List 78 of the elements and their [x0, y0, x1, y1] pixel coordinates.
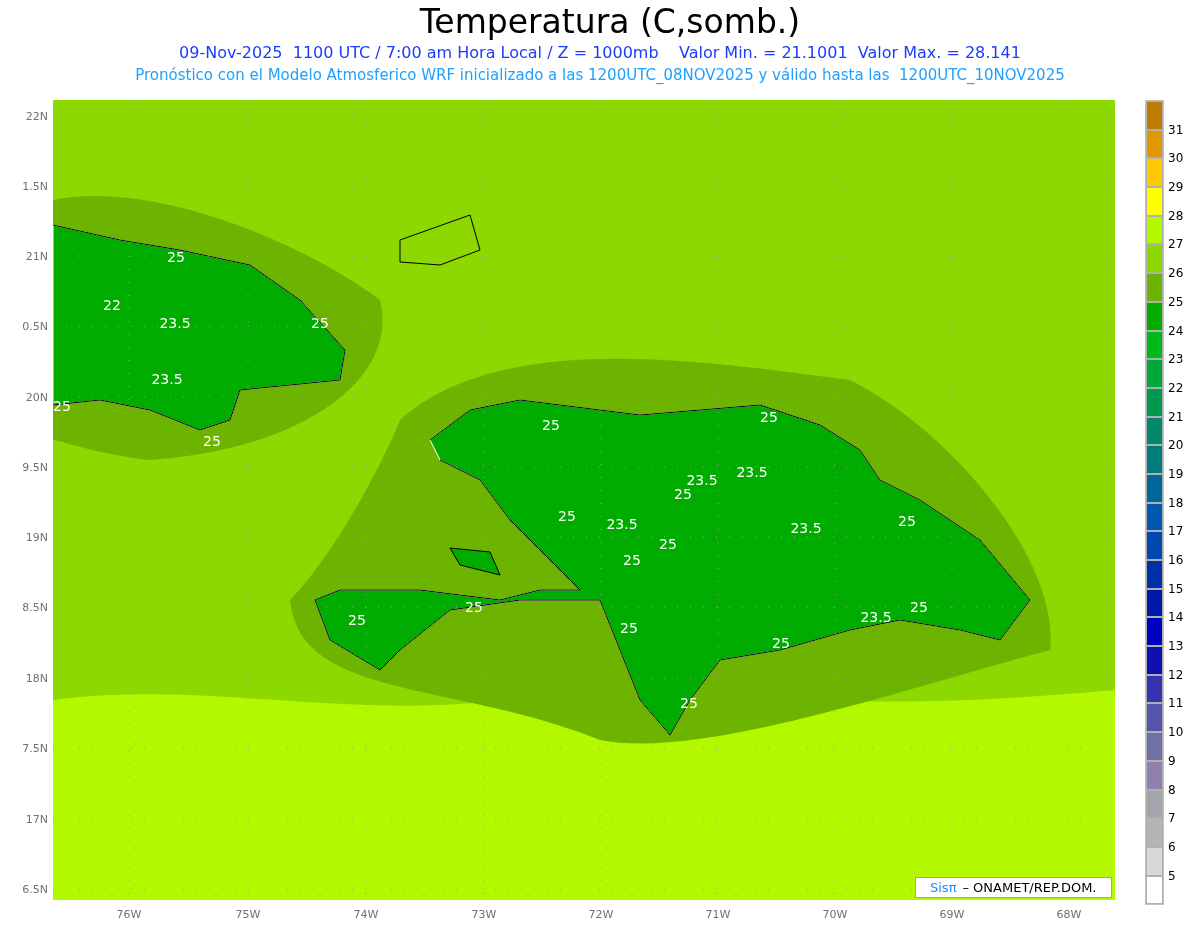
axis-label: 69W	[939, 908, 965, 921]
contour-label: 25	[53, 398, 71, 414]
axis-label: 18N	[25, 672, 48, 685]
contour-label: 23.5	[159, 315, 191, 331]
colorbar-label: 30	[1168, 151, 1184, 166]
brand-logo-text: Sisπ	[930, 878, 957, 897]
axis-label: 21N	[25, 250, 48, 263]
axis-label: 8.5N	[22, 601, 48, 614]
colorbar-label: 11	[1168, 696, 1184, 711]
contour-label: 25	[680, 695, 698, 711]
colorbar-label: 10	[1168, 725, 1184, 740]
contour-label: 25	[623, 552, 641, 568]
colorbar-label: 28	[1168, 208, 1184, 223]
chart-note: Pronóstico con el Modelo Atmosferico WRF inicializado a las 1200UTC_08NOV2025 y válido hasta las 1200UTC_10NOV2025	[135, 65, 1065, 86]
axis-label: 6.5N	[22, 883, 48, 896]
axis-label: 71W	[705, 908, 731, 921]
axis-label: 19N	[25, 531, 48, 544]
axis-label: 0.5N	[22, 320, 48, 333]
colorbar-label: 22	[1168, 380, 1184, 395]
contour-label: 25	[203, 433, 221, 449]
colorbar-label: 8	[1168, 782, 1176, 797]
contour-label: 25	[311, 315, 329, 331]
contour-label: 25	[465, 599, 483, 615]
contour-label: 25	[760, 409, 778, 425]
contour-label: 23.5	[736, 464, 768, 480]
contour-label: 25	[558, 508, 576, 524]
axis-label: 7.5N	[22, 742, 48, 755]
contour-label: 25	[348, 612, 366, 628]
contour-label: 23.5	[790, 520, 822, 536]
axis-label: 68W	[1056, 908, 1082, 921]
colorbar-label: 21	[1168, 409, 1184, 424]
colorbar-label: 31	[1168, 122, 1184, 137]
colorbar-label: 7	[1168, 811, 1176, 826]
contour-label: 25	[910, 599, 928, 615]
axis-label: 70W	[822, 908, 848, 921]
contour-label: 25	[898, 513, 916, 529]
contour-label: 22	[103, 297, 121, 313]
chart-subtitle: 09-Nov-2025 1100 UTC / 7:00 am Hora Local / Z = 1000mb Valor Min. = 21.1001 Valor Max. = 28.141	[179, 42, 1021, 64]
contour-label: 25	[674, 486, 692, 502]
colorbar-label: 24	[1168, 323, 1184, 338]
contour-label: 23.5	[151, 371, 183, 387]
axis-label: 9.5N	[22, 461, 48, 474]
axis-label: 22N	[25, 110, 48, 123]
axis-label: 20N	[25, 391, 48, 404]
credit-text: – ONAMET/REP.DOM.	[962, 878, 1097, 897]
colorbar-label: 23	[1168, 352, 1184, 367]
axis-label: 75W	[235, 908, 261, 921]
axis-label: 72W	[588, 908, 614, 921]
colorbar-label: 5	[1168, 868, 1176, 883]
colorbar-label: 29	[1168, 180, 1184, 195]
contour-label: 23.5	[686, 472, 718, 488]
contour-label: 25	[167, 249, 185, 265]
colorbar-label: 26	[1168, 266, 1184, 281]
colorbar-label: 27	[1168, 237, 1184, 252]
colorbar-label: 16	[1168, 553, 1184, 567]
colorbar-label: 17	[1168, 524, 1184, 539]
contour-label: 23.5	[860, 609, 892, 625]
chart-title: Temperatura (C,somb.)	[419, 2, 801, 42]
axis-label: 1.5N	[22, 180, 48, 193]
axis-label: 76W	[116, 908, 142, 921]
contour-label: 25	[772, 635, 790, 651]
axis-label: 74W	[353, 908, 379, 921]
colorbar-label: 12	[1168, 667, 1184, 682]
colorbar-label: 18	[1168, 495, 1184, 510]
contour-label: 25	[542, 417, 560, 433]
colorbar-label: 20	[1168, 438, 1184, 453]
colorbar-label: 13	[1168, 639, 1184, 654]
contour-label: 23.5	[606, 516, 638, 532]
contour-label: 25	[620, 620, 638, 636]
colorbar-label: 19	[1168, 466, 1184, 481]
colorbar-label: 15	[1168, 581, 1184, 596]
colorbar-label: 25	[1168, 294, 1184, 309]
contour-label: 25	[659, 536, 677, 552]
axis-label: 17N	[25, 813, 48, 826]
colorbar-label: 14	[1168, 610, 1184, 625]
colorbar-label: 6	[1168, 839, 1176, 854]
axis-label: 73W	[471, 908, 497, 921]
colorbar-label: 9	[1168, 753, 1176, 768]
